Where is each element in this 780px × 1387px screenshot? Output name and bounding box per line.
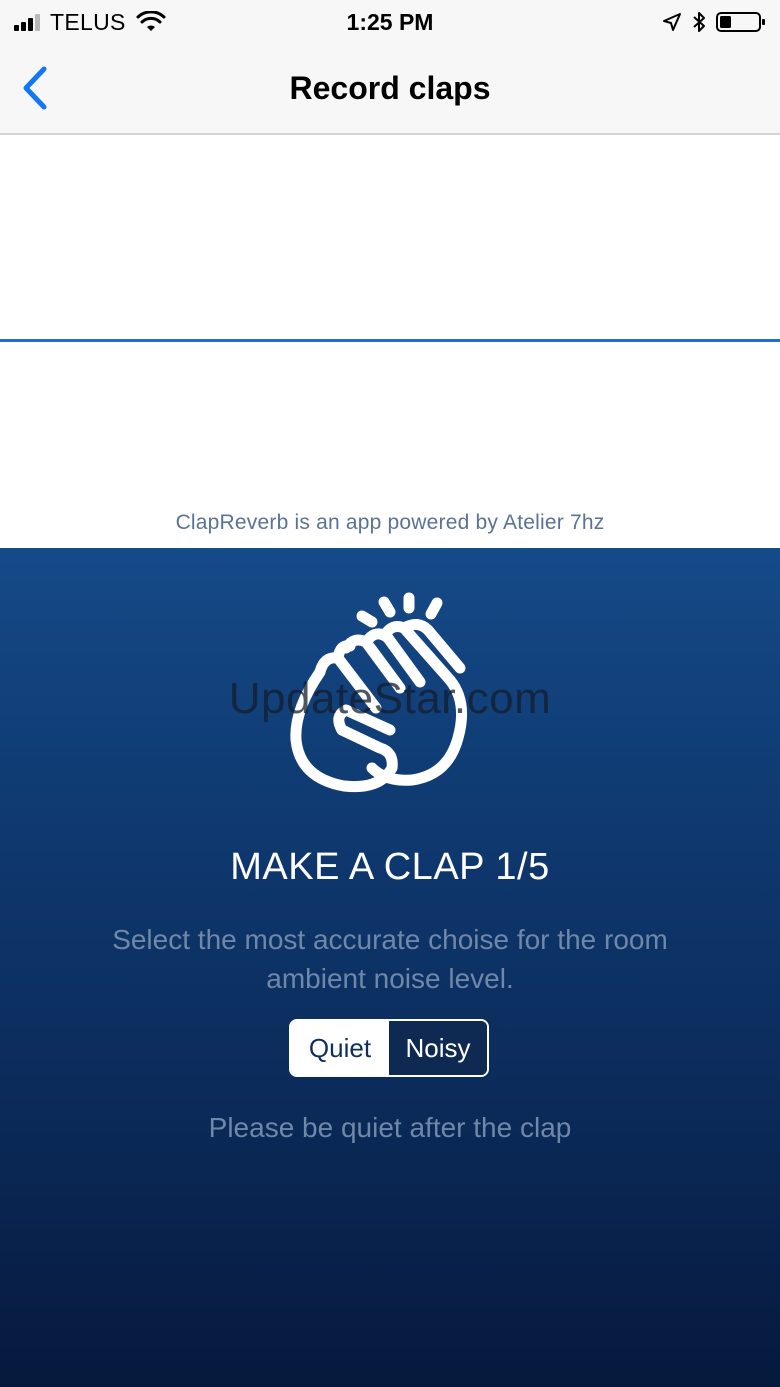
status-bar: TELUS 1:25 PM bbox=[0, 0, 780, 44]
bluetooth-icon bbox=[693, 12, 705, 32]
battery-icon bbox=[716, 12, 765, 32]
quiet-note-text: Please be quiet after the clap bbox=[208, 1112, 572, 1143]
noise-instruction-text: Select the most accurate choise for the … bbox=[112, 924, 668, 994]
powered-by-text: ClapReverb is an app powered by Atelier … bbox=[175, 511, 605, 534]
noise-level-segmented-control[interactable]: Quiet Noisy bbox=[289, 1019, 489, 1077]
watermark-text: UpdateStar.com bbox=[228, 674, 552, 723]
clap-panel: UpdateStar.com MAKE A CLAP 1/5 Select th… bbox=[0, 548, 780, 1387]
status-right bbox=[652, 8, 766, 36]
location-arrow-icon bbox=[663, 13, 681, 31]
page-title: Record claps bbox=[289, 70, 491, 106]
nav-bar: Record claps bbox=[0, 44, 780, 135]
segment-quiet[interactable]: Quiet bbox=[291, 1021, 389, 1075]
segment-noisy[interactable]: Noisy bbox=[389, 1021, 487, 1075]
clap-progress-title: MAKE A CLAP 1/5 bbox=[230, 846, 550, 888]
waveform-line bbox=[0, 339, 780, 342]
waveform-view: ClapReverb is an app powered by Atelier … bbox=[0, 135, 780, 548]
